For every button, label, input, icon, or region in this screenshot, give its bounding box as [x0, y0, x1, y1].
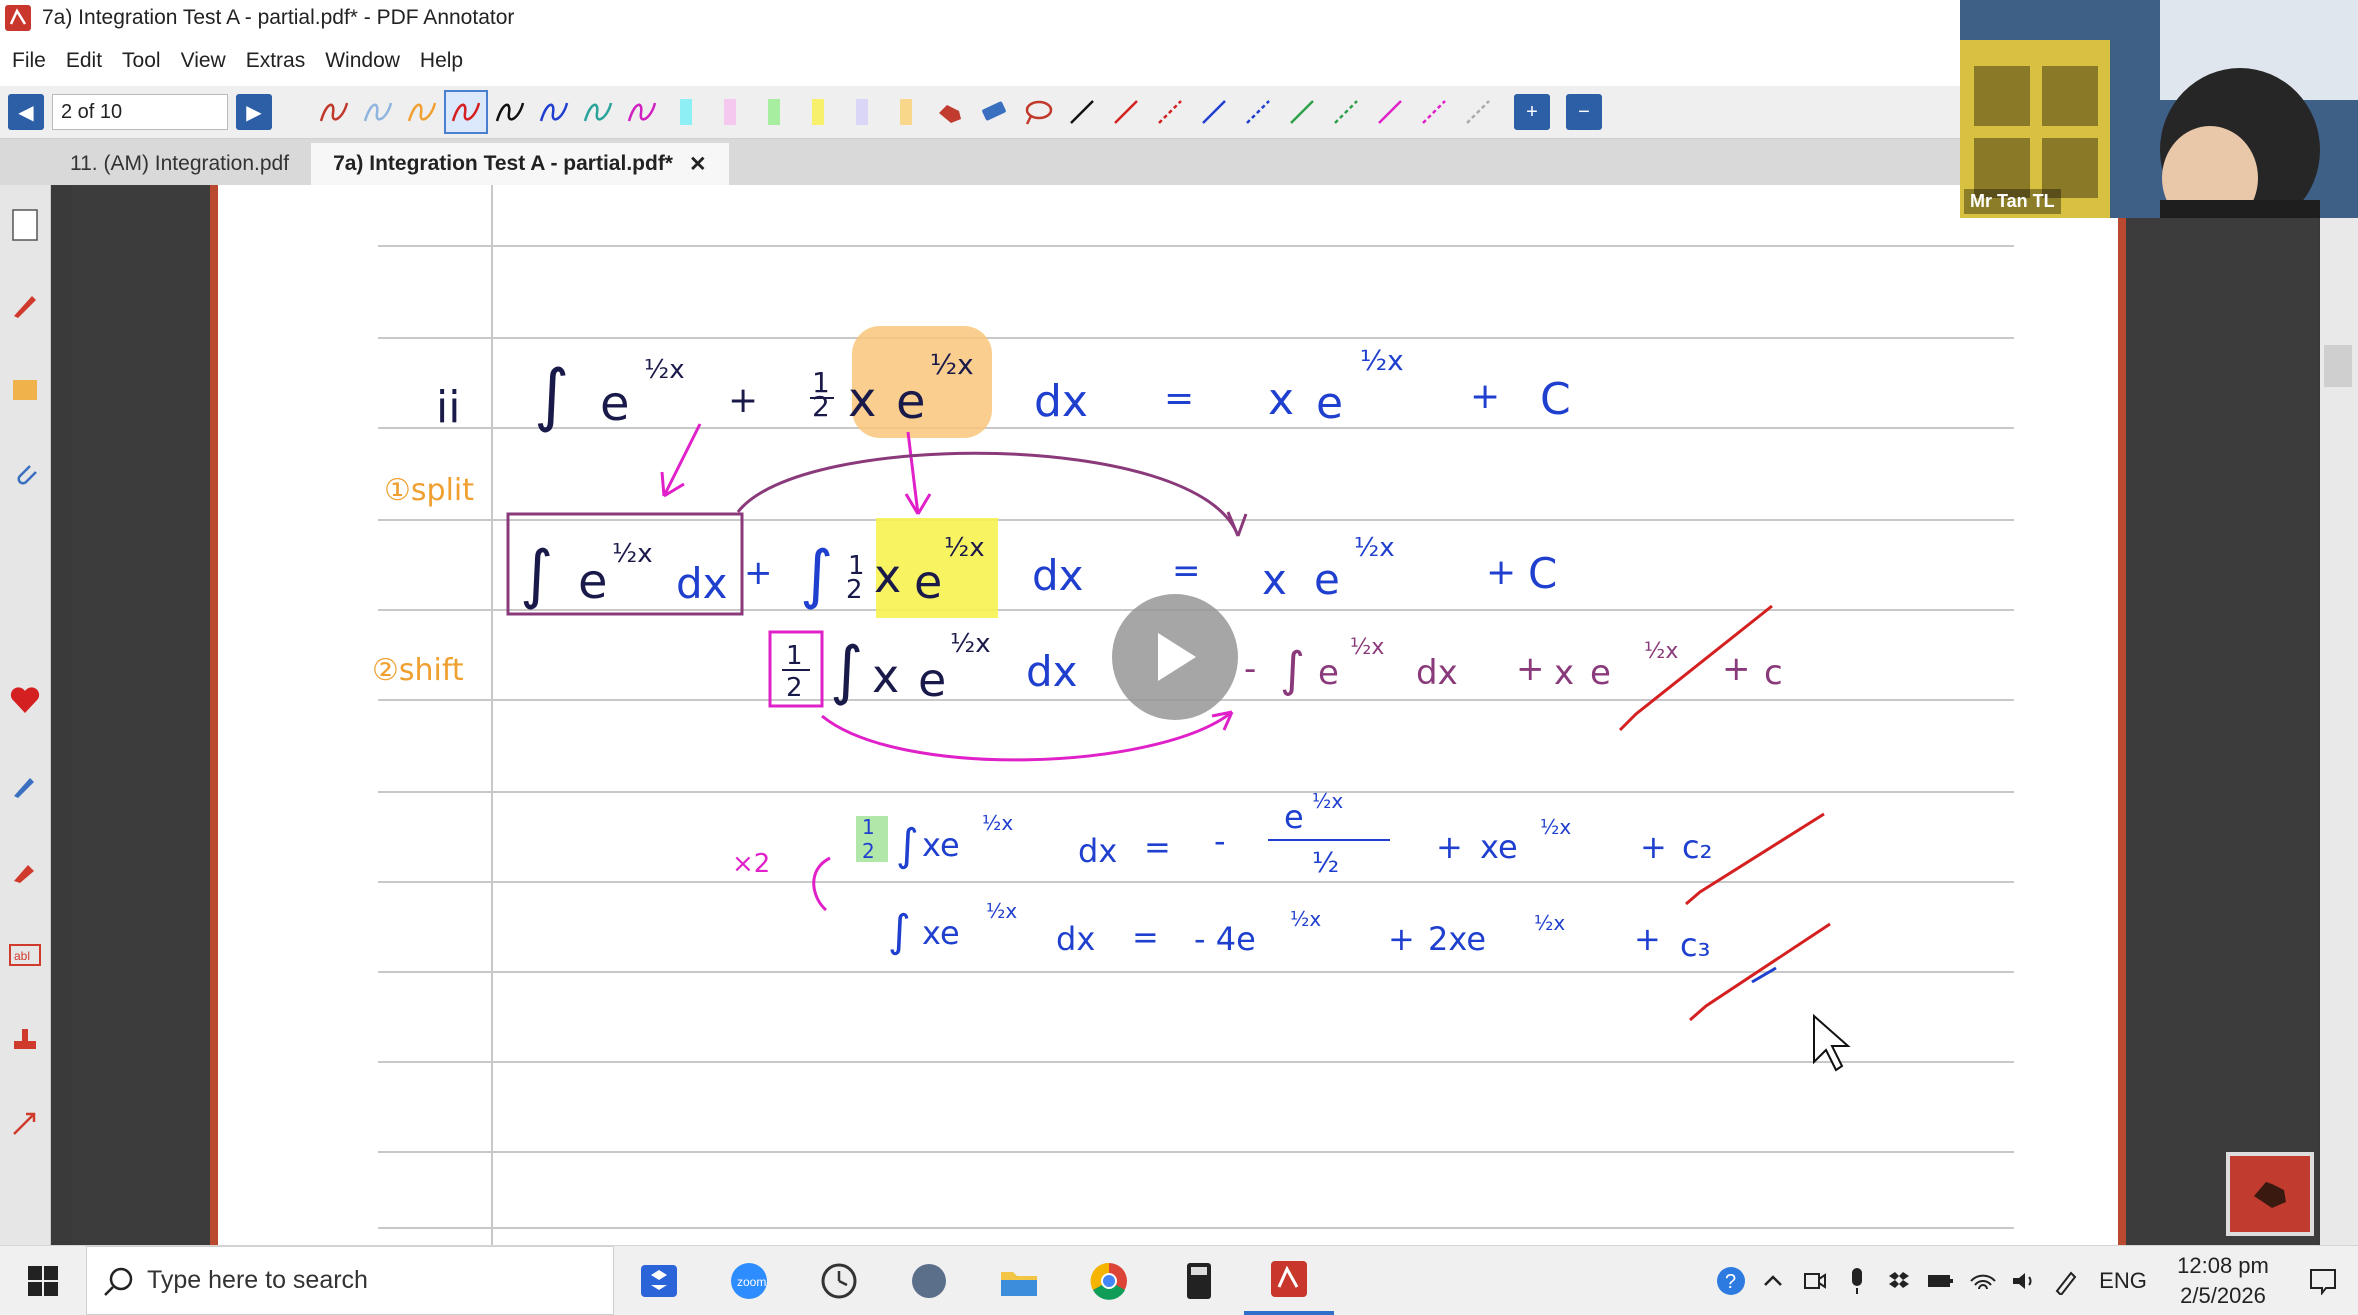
battery-icon[interactable]: [1920, 1246, 1962, 1315]
system-tray: ? ENG 12:08 pm 2/5/2026: [1710, 1246, 2358, 1315]
zoom-icon[interactable]: zoom: [704, 1246, 794, 1315]
menu-window[interactable]: Window: [325, 49, 400, 73]
taskbar-search-box[interactable]: Type here to search: [86, 1246, 614, 1315]
menu-edit[interactable]: Edit: [66, 49, 102, 73]
highlighter-tool-icon[interactable]: [5, 850, 45, 890]
line-blue-icon[interactable]: [1192, 90, 1236, 134]
pen-workspace-icon[interactable]: [2046, 1246, 2088, 1315]
meet-now-icon[interactable]: [1794, 1246, 1836, 1315]
taskbar-clock[interactable]: 12:08 pm 2/5/2026: [2158, 1251, 2288, 1311]
highlighter-amber-icon[interactable]: [884, 90, 928, 134]
left-tool-palette: abl: [0, 185, 51, 1245]
clock-app-icon[interactable]: [794, 1246, 884, 1315]
search-placeholder: Type here to search: [147, 1266, 368, 1294]
pen-magenta-icon[interactable]: [620, 90, 664, 134]
wifi-icon[interactable]: [1962, 1246, 2004, 1315]
search-icon: [104, 1267, 133, 1296]
hand-tool-icon[interactable]: [928, 90, 972, 134]
windows-start-icon[interactable]: [0, 1246, 86, 1315]
pen-black-icon[interactable]: [488, 90, 532, 134]
pen-tool-icon[interactable]: [5, 285, 45, 325]
line-magenta-icon[interactable]: [1368, 90, 1412, 134]
text-box-icon[interactable]: abl: [5, 935, 45, 975]
windows-taskbar: Type here to search zoom ? ENG 12:08 pm …: [0, 1245, 2358, 1315]
chevron-up-icon[interactable]: [1752, 1246, 1794, 1315]
eraser-icon[interactable]: [972, 90, 1016, 134]
stamp-icon[interactable]: [5, 1020, 45, 1060]
dashed-line-blue-icon[interactable]: [1236, 90, 1280, 134]
safari-compass-icon[interactable]: [884, 1246, 974, 1315]
paperclip-icon[interactable]: [5, 453, 45, 493]
svg-text:abl: abl: [14, 949, 30, 963]
line-green-icon[interactable]: [1280, 90, 1324, 134]
file-explorer-icon[interactable]: [974, 1246, 1064, 1315]
pen-orange-icon[interactable]: [400, 90, 444, 134]
clock-time: 12:08 pm: [2177, 1252, 2269, 1278]
notifications-icon[interactable]: [2288, 1246, 2358, 1315]
chrome-icon[interactable]: [1064, 1246, 1154, 1315]
menu-tool[interactable]: Tool: [122, 49, 161, 73]
pen-lightblue-icon[interactable]: [356, 90, 400, 134]
pen-teal-icon[interactable]: [576, 90, 620, 134]
arrow-tool-icon[interactable]: [5, 1103, 45, 1143]
dropbox-tray-icon[interactable]: [1878, 1246, 1920, 1315]
tab-integration-test-a[interactable]: 7a) Integration Test A - partial.pdf* ✕: [311, 143, 729, 185]
svg-text:zoom: zoom: [737, 1275, 766, 1289]
menu-bar: File Edit Tool View Extras Window Help: [0, 36, 1960, 86]
dropbox-icon[interactable]: [614, 1246, 704, 1315]
lasso-icon[interactable]: [1016, 90, 1060, 134]
menu-extras[interactable]: Extras: [246, 49, 306, 73]
highlighter-green-icon[interactable]: [752, 90, 796, 134]
curve-pen-icon[interactable]: [5, 765, 45, 805]
dashed-line-green-icon[interactable]: [1324, 90, 1368, 134]
title-bar: 7a) Integration Test A - partial.pdf* - …: [0, 0, 1960, 36]
highlighter-yellow-icon[interactable]: [796, 90, 840, 134]
highlighter-lavender-icon[interactable]: [840, 90, 884, 134]
line-red-icon[interactable]: [1104, 90, 1148, 134]
zoom-out-icon[interactable]: −: [1566, 94, 1602, 130]
menu-file[interactable]: File: [12, 49, 46, 73]
play-button-icon[interactable]: [1112, 594, 1238, 720]
page-number-field[interactable]: 2 of 10: [52, 94, 228, 130]
pen-red-icon[interactable]: [312, 90, 356, 134]
participant-name: Mr Tan TL: [1964, 189, 2061, 214]
tab-integration-pdf[interactable]: 11. (AM) Integration.pdf: [48, 143, 311, 185]
line-black-icon[interactable]: [1060, 90, 1104, 134]
scrollbar-thumb[interactable]: [2324, 345, 2352, 387]
pdf-annotator-app-icon: [5, 5, 31, 31]
calculator-icon[interactable]: [1154, 1246, 1244, 1315]
volume-icon[interactable]: [2004, 1246, 2046, 1315]
webcam-video-frame: [1960, 0, 2358, 218]
highlighter-cyan-icon[interactable]: [664, 90, 708, 134]
pen-red-active-icon[interactable]: [444, 90, 488, 134]
dashed-line-magenta-icon[interactable]: [1412, 90, 1456, 134]
webcam-overlay: Mr Tan TL: [1960, 0, 2358, 218]
dashed-line-gray-icon[interactable]: [1456, 90, 1500, 134]
svg-text:?: ?: [1725, 1271, 1736, 1293]
vertical-scrollbar[interactable]: [2320, 185, 2358, 1245]
clock-date: 2/5/2026: [2180, 1282, 2266, 1308]
blank-page-icon[interactable]: [5, 205, 45, 245]
help-icon[interactable]: ?: [1710, 1246, 1752, 1315]
close-tab-icon[interactable]: ✕: [689, 152, 707, 177]
dashed-line-red-icon[interactable]: [1148, 90, 1192, 134]
hand-icon: [2254, 1182, 2286, 1208]
language-indicator[interactable]: ENG: [2088, 1246, 2158, 1315]
menu-view[interactable]: View: [181, 49, 226, 73]
previous-page-button[interactable]: ◀: [8, 94, 44, 130]
note-icon[interactable]: [5, 370, 45, 410]
microphone-icon[interactable]: [1836, 1246, 1878, 1315]
menu-help[interactable]: Help: [420, 49, 463, 73]
pdf-annotator-taskbar-icon[interactable]: [1244, 1246, 1334, 1315]
raise-hand-button[interactable]: [2226, 1152, 2314, 1236]
window-title: 7a) Integration Test A - partial.pdf* - …: [42, 6, 515, 29]
zoom-in-icon[interactable]: +: [1514, 94, 1550, 130]
highlighter-pink-icon[interactable]: [708, 90, 752, 134]
next-page-button[interactable]: ▶: [236, 94, 272, 130]
favorites-heart-icon[interactable]: [5, 680, 45, 720]
pen-blue-icon[interactable]: [532, 90, 576, 134]
